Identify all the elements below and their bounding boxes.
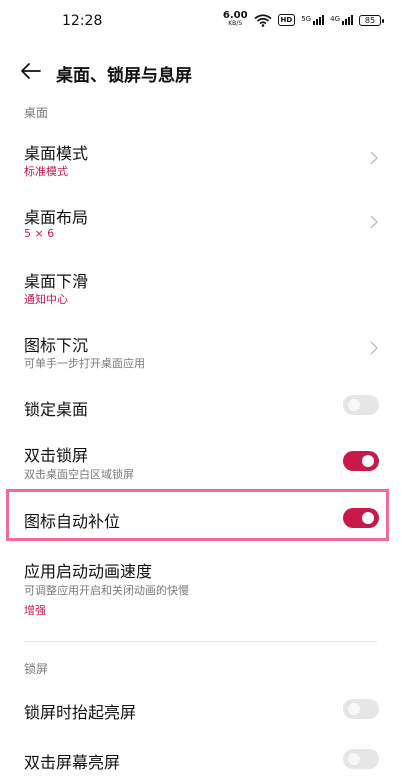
- row-desktop-swipe[interactable]: 桌面下滑 通知中心: [0, 260, 401, 316]
- row-desktop-layout[interactable]: 桌面布局 5 × 6: [0, 196, 401, 252]
- row-value: 通知中心: [24, 293, 68, 306]
- lock-desktop-toggle[interactable]: [343, 395, 379, 415]
- row-subtitle: 双击桌面空白区域锁屏: [24, 468, 134, 481]
- status-icons: 6.00 KB/S HD 5G 4G 85: [222, 10, 384, 28]
- double-tap-lock-toggle[interactable]: [343, 451, 379, 471]
- row-raise-to-wake[interactable]: 锁屏时抬起亮屏: [0, 692, 401, 728]
- row-subtitle: 可单手一步打开桌面应用: [24, 357, 145, 370]
- raise-to-wake-toggle[interactable]: [343, 699, 379, 719]
- row-title: 双击锁屏: [24, 446, 89, 465]
- row-double-tap-lock[interactable]: 双击锁屏 双击桌面空白区域锁屏: [0, 440, 401, 484]
- battery-icon: 85: [359, 14, 384, 26]
- double-tap-wake-toggle[interactable]: [343, 749, 379, 769]
- section-label-desktop: 桌面: [24, 106, 49, 120]
- row-title: 应用启动动画速度: [24, 562, 153, 581]
- back-arrow-icon[interactable]: [20, 60, 42, 82]
- network-speed: 6.00 KB/S: [222, 10, 248, 28]
- chevron-right-icon: [370, 215, 378, 229]
- chevron-right-icon: [370, 341, 378, 355]
- row-title: 桌面下滑: [24, 272, 89, 291]
- row-title: 锁定桌面: [24, 400, 89, 419]
- chevron-right-icon: [370, 151, 378, 165]
- section-label-lockscreen: 锁屏: [24, 662, 49, 676]
- signal-4g-icon: 4G: [330, 15, 353, 25]
- row-value: 5 × 6: [24, 227, 55, 240]
- row-desktop-mode[interactable]: 桌面模式 标准模式: [0, 132, 401, 188]
- row-double-tap-wake[interactable]: 双击屏幕亮屏: [0, 742, 401, 778]
- hd-badge: HD: [277, 14, 296, 26]
- row-icon-sink[interactable]: 图标下沉 可单手一步打开桌面应用: [0, 324, 401, 380]
- toggle-knob: [362, 455, 374, 467]
- row-title: 双击屏幕亮屏: [24, 753, 121, 772]
- row-auto-fill-icons[interactable]: 图标自动补位: [0, 500, 401, 536]
- auto-fill-icons-toggle[interactable]: [343, 508, 379, 528]
- network-speed-value: 6.00: [222, 10, 248, 21]
- row-subtitle: 可调整应用开启和关闭动画的快慢: [24, 584, 189, 597]
- row-launch-animation-speed[interactable]: 应用启动动画速度 可调整应用开启和关闭动画的快慢 增强: [0, 556, 401, 622]
- signal-4g-label: 4G: [330, 15, 340, 23]
- status-bar: 12:28 6.00 KB/S HD 5G 4G 85: [0, 0, 401, 40]
- row-title: 桌面模式: [24, 144, 89, 163]
- row-title: 图标下沉: [24, 336, 89, 355]
- row-value: 标准模式: [24, 165, 68, 178]
- battery-level: 85: [364, 15, 376, 25]
- row-title: 锁屏时抬起亮屏: [24, 703, 137, 722]
- toggle-knob: [348, 753, 360, 765]
- signal-5g-label: 5G: [301, 15, 312, 23]
- row-title: 图标自动补位: [24, 512, 121, 531]
- toggle-knob: [348, 703, 360, 715]
- signal-5g-icon: 5G: [301, 15, 325, 25]
- network-speed-unit: KB/S: [228, 20, 243, 27]
- row-title: 桌面布局: [24, 208, 89, 227]
- row-lock-desktop[interactable]: 锁定桌面: [0, 388, 401, 424]
- status-time: 12:28: [62, 13, 103, 29]
- toggle-knob: [362, 512, 374, 524]
- wifi-icon: [254, 13, 272, 27]
- section-divider: [24, 641, 377, 642]
- page-header: 桌面、锁屏与息屏: [0, 52, 401, 92]
- row-value: 增强: [24, 604, 46, 617]
- toggle-knob: [348, 399, 360, 411]
- page-title: 桌面、锁屏与息屏: [56, 66, 192, 86]
